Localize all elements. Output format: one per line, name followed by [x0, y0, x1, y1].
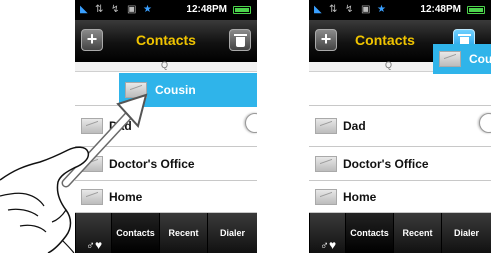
hand-pointer-icon	[0, 146, 90, 253]
gesture-illustration	[0, 93, 148, 253]
drag-arrow-icon	[61, 93, 148, 188]
